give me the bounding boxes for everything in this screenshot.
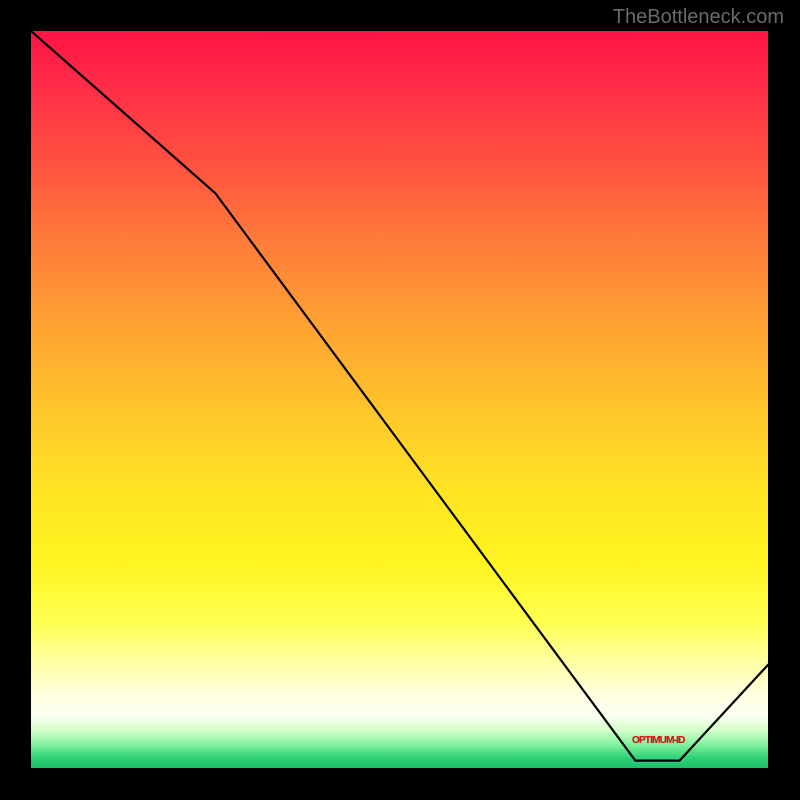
chart-frame: TheBottleneck.com OPTIMUM-ID <box>0 0 800 800</box>
curve-svg <box>31 31 768 768</box>
watermark-text: TheBottleneck.com <box>613 6 784 29</box>
bottleneck-curve-line <box>31 31 768 761</box>
plot-area: OPTIMUM-ID <box>31 31 768 768</box>
optimum-marker-label: OPTIMUM-ID <box>632 735 685 746</box>
